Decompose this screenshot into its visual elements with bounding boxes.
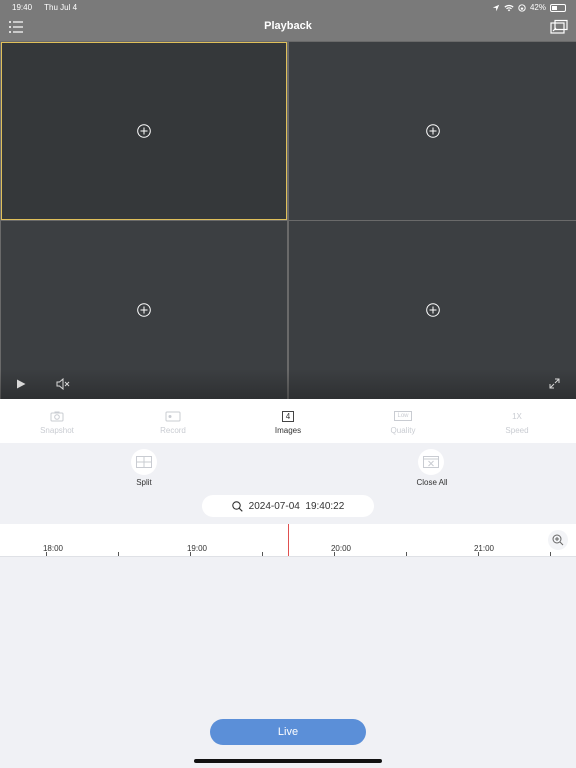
status-bar: 19:40 Thu Jul 4 42% [0,0,576,14]
speed-label: Speed [505,426,529,435]
record-button[interactable]: Record [143,409,203,435]
timeline-tick [262,552,263,556]
zoom-in-icon [552,534,564,546]
speed-badge: 1X [512,411,522,421]
timeline-tick [406,552,407,556]
date-search-field[interactable]: 2024-07-04 19:40:22 [202,495,374,517]
split-label: Split [136,478,152,487]
add-camera-icon[interactable] [425,303,440,317]
search-datetime: 2024-07-04 19:40:22 [248,500,345,512]
timeline-tick [118,552,119,556]
wifi-icon [504,4,514,11]
playback-controls [0,369,576,399]
timeline-tick [46,552,47,556]
video-grid [0,41,576,399]
nav-bar: Playback [0,14,576,41]
function-toolbar: Snapshot Record 4 Images Low Quality 1X … [0,399,576,443]
video-pane-1[interactable] [1,42,287,220]
add-camera-icon[interactable] [137,303,151,317]
timeline-tick [190,552,191,556]
images-label: Images [274,426,302,435]
timeline-cursor[interactable] [288,524,289,556]
battery-icon [550,3,566,12]
camera-icon [50,411,64,422]
timeline-tick [550,552,551,556]
zoom-button[interactable] [548,530,568,550]
timeline[interactable]: 18:00 19:00 20:00 21:00 [0,524,576,557]
timeline-label: 21:00 [473,544,495,553]
close-all-button[interactable] [418,449,444,475]
live-button[interactable]: Live [210,719,366,745]
add-camera-icon[interactable] [137,124,151,138]
timeline-tick [334,552,335,556]
search-icon [231,500,243,512]
page-title: Playback [264,20,312,32]
orientation-lock-icon [518,3,526,12]
video-record-icon [165,411,181,421]
video-pane-2[interactable] [289,42,576,220]
images-count-badge: 4 [281,410,295,422]
add-camera-icon[interactable] [425,124,440,138]
multi-screen-icon[interactable] [550,19,568,35]
quality-label: Quality [390,426,416,435]
mute-icon[interactable] [56,378,70,390]
split-icon [136,456,152,468]
play-icon[interactable] [16,379,26,389]
snapshot-button[interactable]: Snapshot [27,409,87,435]
location-icon [492,4,500,11]
battery-percent: 42% [529,3,546,12]
status-time: 19:40 [12,3,33,12]
close-all-label: Close All [416,478,448,487]
status-date: Thu Jul 4 [44,3,78,12]
speed-button[interactable]: 1X Speed [487,409,547,436]
snapshot-label: Snapshot [40,426,74,435]
split-button[interactable] [131,449,157,475]
battery-fill [552,5,558,10]
home-indicator [194,759,382,763]
quality-button[interactable]: Low Quality [373,409,433,435]
record-label: Record [160,426,186,435]
quality-badge: Low [394,411,412,421]
images-button[interactable]: 4 Images [258,409,318,435]
close-all-icon [423,456,439,468]
timeline-tick [478,552,479,556]
fullscreen-icon[interactable] [549,378,560,389]
